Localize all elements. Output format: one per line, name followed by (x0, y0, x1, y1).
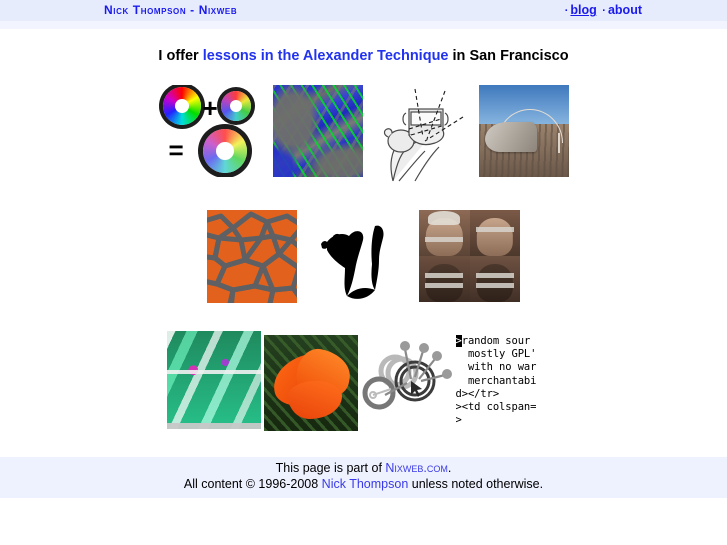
desert-pole (558, 132, 560, 154)
head-band-4a (475, 272, 514, 279)
code-line-1: random sour (461, 335, 531, 347)
main-navigation: · blog · about (563, 3, 642, 17)
orange-tessellation-image[interactable] (207, 210, 297, 303)
nav-separator-2: · (602, 5, 606, 17)
gallery-cell-tessellation[interactable] (207, 210, 297, 303)
gallery-cell-code[interactable]: > random sour mostly GPL' with no war mer… (455, 335, 561, 430)
head-photo-2 (469, 210, 520, 256)
footer-link-nixweb[interactable]: Nixweb.com (385, 461, 448, 475)
footer-line-1-suffix: . (447, 461, 452, 475)
gallery-cell-desert[interactable] (478, 85, 569, 177)
nav-link-about[interactable]: about (608, 3, 642, 17)
ink-blot-image[interactable] (317, 218, 405, 306)
gallery-row-2 (0, 210, 727, 306)
gallery-cell-techdiagram[interactable] (360, 335, 455, 429)
tagline-link-alexander-technique[interactable]: lessons in the Alexander Technique (203, 48, 449, 64)
terrain-map-image[interactable] (272, 85, 363, 177)
desert-shell (484, 121, 537, 153)
code-line-6: ><td colspan= (455, 401, 537, 414)
site-title: Nick Thompson - Nixweb (104, 3, 238, 17)
footer-line-2: All content © 1996-2008 Nick Thompson un… (0, 476, 727, 492)
gallery-cell-color-wheel[interactable]: + = (158, 85, 259, 177)
code-line-3: with no war (455, 361, 537, 374)
head-band-3b (425, 282, 464, 289)
footer-line-1: This page is part of Nixweb.com. (0, 460, 727, 476)
gallery-cell-ink[interactable] (317, 218, 405, 306)
head-band-2a (475, 226, 514, 233)
gallery-cell-hand[interactable] (378, 85, 465, 182)
color-wheel-diagram[interactable]: + = (158, 85, 259, 177)
head-band-4b (475, 282, 514, 289)
gallery-cell-terrain[interactable] (272, 85, 363, 177)
page-tagline: I offer lessons in the Alexander Techniq… (0, 48, 727, 64)
color-wheel-small-right-icon (220, 91, 251, 121)
head-band-3a (425, 272, 464, 279)
head-highlight-1 (428, 210, 461, 225)
code-line-5: d></tr> (455, 387, 500, 400)
tessellation-svg (207, 210, 297, 303)
footer-line-2-suffix: unless noted otherwise. (408, 477, 544, 491)
head-shape-2 (476, 218, 513, 256)
header-band-accent (0, 21, 727, 29)
footer-line-1-prefix: This page is part of (275, 461, 386, 475)
green-abstract-image[interactable] (166, 331, 261, 429)
color-wheel-result-icon (202, 129, 247, 173)
footer-link-nick-thompson[interactable]: Nick Thompson (322, 477, 409, 491)
desert-structure-photo[interactable] (478, 85, 569, 177)
plus-operator: + (202, 93, 218, 123)
gallery-cell-poppy[interactable] (263, 335, 358, 431)
code-line-2: mostly GPL' (455, 348, 537, 361)
footer: This page is part of Nixweb.com. All con… (0, 460, 727, 492)
hand-drawing-svg (383, 88, 463, 182)
footer-line-2-prefix: All content © 1996-2008 (183, 477, 322, 491)
technical-diagram-image[interactable] (360, 335, 455, 429)
image-gallery: + = >random sour mostly GPL' with no war… (0, 85, 727, 431)
head-photo-4 (469, 256, 520, 302)
hand-drawing-image[interactable] (378, 85, 465, 182)
tagline-prefix: I offer (158, 48, 203, 64)
poppy-flower-photo[interactable] (263, 335, 358, 431)
gallery-cell-glitch[interactable] (166, 331, 261, 429)
color-wheel-large-left-icon (162, 87, 201, 125)
tagline-suffix: in San Francisco (448, 48, 569, 64)
ink-blot-svg (321, 225, 384, 299)
head-photo-grid[interactable] (419, 210, 520, 302)
head-photo-1 (419, 210, 470, 256)
technical-diagram-svg (362, 341, 452, 410)
equals-operator: = (168, 135, 184, 165)
gallery-row-1: + = (0, 85, 727, 182)
code-line-7: > (455, 414, 462, 427)
head-photo-3 (419, 256, 470, 302)
gallery-row-3: > random sour mostly GPL' with no war mer… (0, 331, 727, 431)
nav-link-blog[interactable]: blog (570, 3, 596, 17)
code-snippet-block[interactable]: > random sour mostly GPL' with no war mer… (455, 335, 561, 430)
gallery-cell-heads[interactable] (419, 210, 520, 302)
code-line-4: merchantabi (455, 374, 537, 387)
head-band-1 (425, 236, 464, 243)
